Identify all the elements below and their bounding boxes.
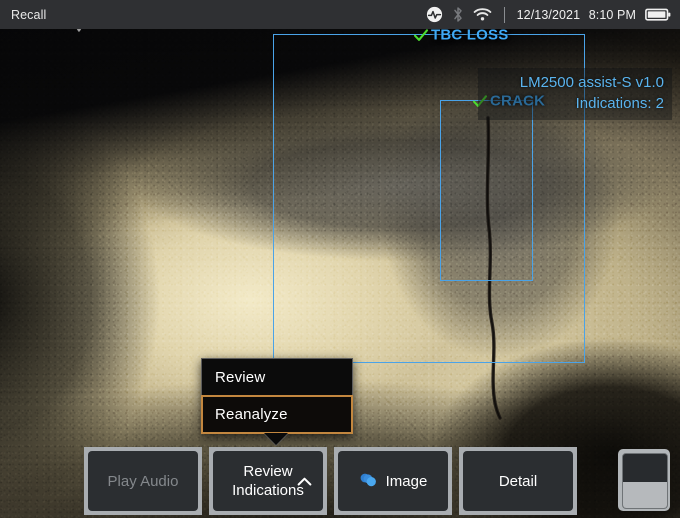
status-bar: Recall [0, 0, 680, 29]
bottom-toolbar: Play Audio ReviewIndications [0, 444, 680, 518]
thumbnail-inner [622, 453, 668, 509]
button-face: Image [338, 451, 448, 511]
menu-item-reanalyze[interactable]: Reanalyze [201, 395, 353, 434]
thumbnail-bottom-half [623, 482, 667, 508]
status-time: 8:10 PM [589, 8, 636, 22]
detail-label: Detail [499, 472, 537, 491]
play-audio-button[interactable]: Play Audio [84, 447, 202, 515]
menu-item-label: Reanalyze [215, 406, 288, 423]
play-audio-label: Play Audio [108, 472, 179, 491]
button-face: Play Audio [88, 451, 198, 511]
button-face: ReviewIndications [213, 451, 323, 511]
status-separator [504, 7, 505, 23]
borescope-inspection-screen: TBC LOSS CRACK LM2500 assist-S v1.0 Indi… [0, 0, 680, 518]
layers-icon [359, 472, 379, 490]
review-indications-label: ReviewIndications [232, 462, 304, 500]
review-indications-button[interactable]: ReviewIndications [209, 447, 327, 515]
status-bar-indicators: 12/13/2021 8:10 PM [426, 6, 680, 23]
toolbar-button-group: Play Audio ReviewIndications [84, 447, 584, 515]
battery-icon [645, 7, 671, 22]
analytic-indication-count: Indications: 2 [486, 93, 664, 114]
wifi-icon [473, 7, 492, 22]
status-datetime: 12/13/2021 8:10 PM [517, 8, 636, 22]
image-button[interactable]: Image [334, 447, 452, 515]
chevron-up-icon [297, 477, 312, 487]
thumbnail-top-half [623, 454, 667, 482]
activity-pulse-icon [426, 6, 443, 23]
analytic-name: LM2500 assist-S v1.0 [486, 72, 664, 93]
menu-pointer-arrow [264, 433, 288, 445]
detail-button[interactable]: Detail [459, 447, 577, 515]
image-label: Image [386, 472, 428, 491]
bluetooth-icon [452, 6, 464, 23]
image-thumbnail-preview[interactable] [618, 449, 670, 511]
menu-item-label: Review [215, 369, 265, 386]
menu-item-review[interactable]: Review [202, 359, 352, 396]
screen-title: Recall [11, 8, 46, 22]
status-date: 12/13/2021 [517, 8, 581, 22]
button-face: Detail [463, 451, 573, 511]
analytic-info-panel: LM2500 assist-S v1.0 Indications: 2 [478, 68, 672, 120]
review-indications-menu[interactable]: Review Reanalyze [201, 358, 353, 434]
